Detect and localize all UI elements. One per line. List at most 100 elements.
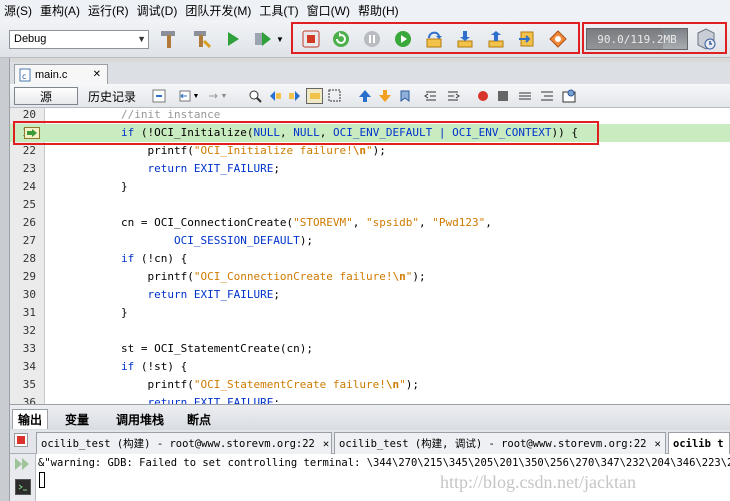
file-tab-main-c[interactable]: c main.c ✕ xyxy=(14,64,108,84)
step-into-icon[interactable] xyxy=(454,28,476,50)
pause-icon[interactable] xyxy=(361,28,383,50)
memory-usage-indicator[interactable]: 90.0/119.2MB xyxy=(586,28,688,50)
code-line[interactable]: 24 } xyxy=(10,178,730,196)
comment-icon[interactable] xyxy=(516,88,533,104)
close-icon[interactable]: ✕ xyxy=(323,438,329,450)
output-tab-bar: 输出 变量 调用堆栈 断点 xyxy=(10,404,730,430)
line-number[interactable]: 23 xyxy=(10,160,36,178)
terminal-icon[interactable] xyxy=(15,479,31,495)
run-to-cursor-icon[interactable] xyxy=(516,28,538,50)
menu-window[interactable]: 窗口(W) xyxy=(303,2,354,19)
menu-refactor[interactable]: 重构(A) xyxy=(36,2,84,19)
session-tab-bar: ocilib_test (构建) - root@www.storevm.org:… xyxy=(10,430,730,454)
code-line[interactable]: 31 } xyxy=(10,304,730,322)
line-number[interactable]: 27 xyxy=(10,232,36,250)
menu-help[interactable]: 帮助(H) xyxy=(354,2,403,19)
line-number[interactable]: 31 xyxy=(10,304,36,322)
menu-tools[interactable]: 工具(T) xyxy=(255,2,302,19)
session-tab-build-debug[interactable]: ocilib_test (构建, 调试) - root@www.storevm.… xyxy=(334,432,666,454)
line-number[interactable]: 29 xyxy=(10,268,36,286)
next-bookmark-icon[interactable] xyxy=(376,88,393,104)
code-line[interactable]: 29 printf("OCI_ConnectionCreate failure!… xyxy=(10,268,730,286)
find-previous-icon[interactable] xyxy=(266,88,283,104)
line-number[interactable]: 32 xyxy=(10,322,36,340)
tab-call-stack[interactable]: 调用堆栈 xyxy=(108,409,172,429)
code-text: return EXIT_FAILURE; xyxy=(147,162,280,175)
history-view-button[interactable]: 历史记录 xyxy=(84,87,140,105)
record-macro-icon[interactable] xyxy=(474,88,491,104)
code-editor[interactable]: 20 //init instance21 if (!OCI_Initialize… xyxy=(10,108,730,404)
menu-debug[interactable]: 调试(D) xyxy=(133,2,182,19)
code-line[interactable]: 36 return EXIT_FAILURE; xyxy=(10,394,730,404)
menu-team[interactable]: 团队开发(M) xyxy=(181,2,255,19)
toggle-bookmark-icon[interactable] xyxy=(396,88,413,104)
stop-macro-icon[interactable] xyxy=(494,88,511,104)
last-edit-icon[interactable] xyxy=(150,88,167,104)
editor-tab-bar: c main.c ✕ xyxy=(10,62,730,84)
rerun-icon[interactable] xyxy=(14,457,32,474)
stop-debug-icon[interactable] xyxy=(300,28,322,50)
stop-output-button[interactable] xyxy=(14,433,28,447)
tab-breakpoints[interactable]: 断点 xyxy=(180,409,218,429)
run-icon[interactable] xyxy=(222,28,244,50)
line-number[interactable]: 34 xyxy=(10,358,36,376)
close-icon[interactable]: ✕ xyxy=(93,69,101,80)
forward-icon[interactable] xyxy=(204,88,221,104)
code-line[interactable]: 27 OCI_SESSION_DEFAULT); xyxy=(10,232,730,250)
code-line[interactable]: 30 return EXIT_FAILURE; xyxy=(10,286,730,304)
chevron-down-icon[interactable]: ▼ xyxy=(274,28,286,50)
apply-code-changes-icon[interactable] xyxy=(547,28,569,50)
configuration-select[interactable]: Debug ▼ xyxy=(9,30,149,49)
continue-icon[interactable] xyxy=(392,28,414,50)
find-next-icon[interactable] xyxy=(286,88,303,104)
line-number[interactable]: 24 xyxy=(10,178,36,196)
step-out-icon[interactable] xyxy=(485,28,507,50)
code-line[interactable]: 28 if (!cn) { xyxy=(10,250,730,268)
tab-output[interactable]: 输出 xyxy=(12,409,48,429)
menu-source[interactable]: 源(S) xyxy=(0,2,36,19)
menu-run[interactable]: 运行(R) xyxy=(84,2,133,19)
session-tab-active[interactable]: ocilib t xyxy=(668,432,730,454)
code-text: OCI_SESSION_DEFAULT); xyxy=(173,234,314,247)
toggle-rectangular-selection-icon[interactable] xyxy=(326,88,343,104)
debug-run-icon[interactable] xyxy=(252,28,274,50)
line-number[interactable]: 28 xyxy=(10,250,36,268)
session-tab-build[interactable]: ocilib_test (构建) - root@www.storevm.org:… xyxy=(36,432,332,454)
main-toolbar: Debug ▼ ▼ 90.0/119.2MB xyxy=(0,20,730,58)
tab-variables[interactable]: 变量 xyxy=(58,409,96,429)
clean-build-icon[interactable] xyxy=(190,28,212,50)
code-line[interactable]: 25 xyxy=(10,196,730,214)
watermark: http://blog.csdn.net/jacktan xyxy=(440,472,636,492)
source-view-button[interactable]: 源 xyxy=(14,87,78,105)
code-line[interactable]: 34 if (!st) { xyxy=(10,358,730,376)
shift-left-icon[interactable] xyxy=(422,88,439,104)
chevron-down-icon: ▼ xyxy=(137,34,146,44)
code-line[interactable]: 23 return EXIT_FAILURE; xyxy=(10,160,730,178)
restart-icon[interactable] xyxy=(330,28,352,50)
build-hammer-icon[interactable] xyxy=(158,28,180,50)
find-icon[interactable] xyxy=(246,88,263,104)
back-icon[interactable] xyxy=(176,88,193,104)
code-text: printf("OCI_ConnectionCreate failure!\n"… xyxy=(68,270,426,283)
chevron-down-icon[interactable]: ▼ xyxy=(220,88,228,104)
code-line[interactable]: 35 printf("OCI_StatementCreate failure!\… xyxy=(10,376,730,394)
toggle-highlight-search-icon[interactable] xyxy=(306,88,323,104)
line-number[interactable]: 36 xyxy=(10,394,36,404)
line-number[interactable]: 26 xyxy=(10,214,36,232)
preferences-icon[interactable] xyxy=(560,88,577,104)
chevron-down-icon[interactable]: ▼ xyxy=(192,88,200,104)
close-icon[interactable]: ✕ xyxy=(655,438,661,450)
step-over-icon[interactable] xyxy=(423,28,445,50)
line-number[interactable]: 33 xyxy=(10,340,36,358)
shift-right-icon[interactable] xyxy=(444,88,461,104)
line-number[interactable]: 25 xyxy=(10,196,36,214)
garbage-collect-icon[interactable] xyxy=(694,26,718,52)
line-number[interactable]: 30 xyxy=(10,286,36,304)
code-text: st = OCI_StatementCreate(cn); xyxy=(68,342,314,355)
code-line[interactable]: 32 xyxy=(10,322,730,340)
line-number[interactable]: 35 xyxy=(10,376,36,394)
code-line[interactable]: 33 st = OCI_StatementCreate(cn); xyxy=(10,340,730,358)
code-line[interactable]: 26 cn = OCI_ConnectionCreate("STOREVM", … xyxy=(10,214,730,232)
previous-bookmark-icon[interactable] xyxy=(356,88,373,104)
uncomment-icon[interactable] xyxy=(538,88,555,104)
